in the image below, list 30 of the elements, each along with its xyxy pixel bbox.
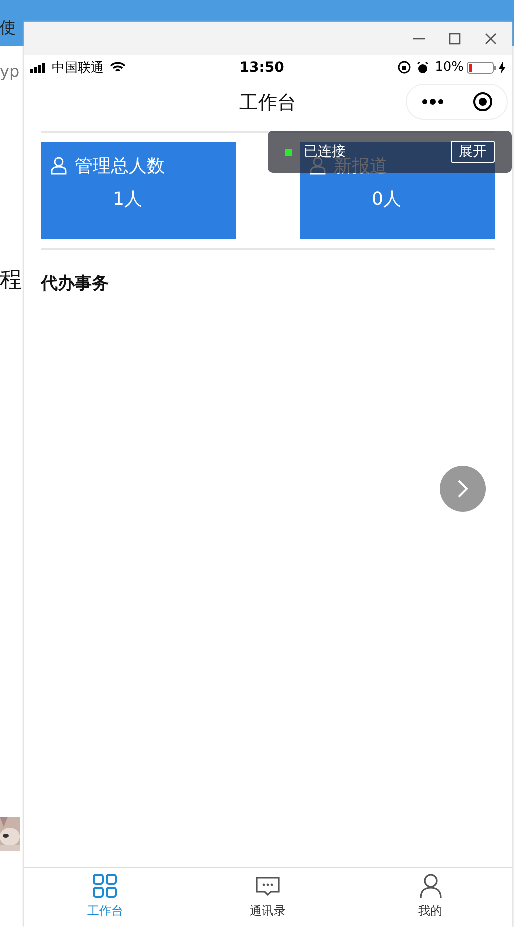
alarm-icon	[417, 62, 430, 74]
tab[interactable]: 工作台	[24, 868, 187, 927]
background-text: yp	[0, 62, 20, 81]
person-icon	[418, 873, 443, 899]
close-icon[interactable]	[484, 32, 498, 46]
chevron-right-icon	[457, 479, 469, 499]
battery-percent: 10%	[435, 60, 464, 75]
battery-icon	[467, 62, 497, 74]
background-text: 程	[0, 267, 22, 295]
section-title: 代办事务	[41, 273, 109, 295]
page-title: 工作台	[240, 90, 296, 116]
carrier-text: 中国联通	[52, 60, 104, 76]
maximize-icon[interactable]	[448, 32, 462, 46]
stat-label: 管理总人数	[75, 155, 165, 178]
stat-value: 0人	[372, 188, 402, 211]
background-text: 使	[0, 18, 16, 39]
expand-button[interactable]: 展开	[451, 141, 495, 163]
stat-card[interactable]: 管理总人数 1人	[41, 142, 236, 239]
next-button[interactable]	[440, 466, 486, 512]
grid-icon	[92, 873, 118, 899]
clock-time: 13:50	[238, 60, 286, 76]
tab[interactable]: 我的	[349, 868, 512, 927]
user-icon	[51, 157, 67, 175]
charging-icon	[499, 62, 506, 74]
signal-icon	[30, 62, 48, 72]
wifi-icon	[110, 62, 126, 74]
target-icon[interactable]	[472, 92, 492, 112]
more-icon[interactable]	[422, 99, 444, 105]
rotation-lock-icon	[398, 61, 412, 74]
stat-value: 1人	[113, 188, 144, 211]
